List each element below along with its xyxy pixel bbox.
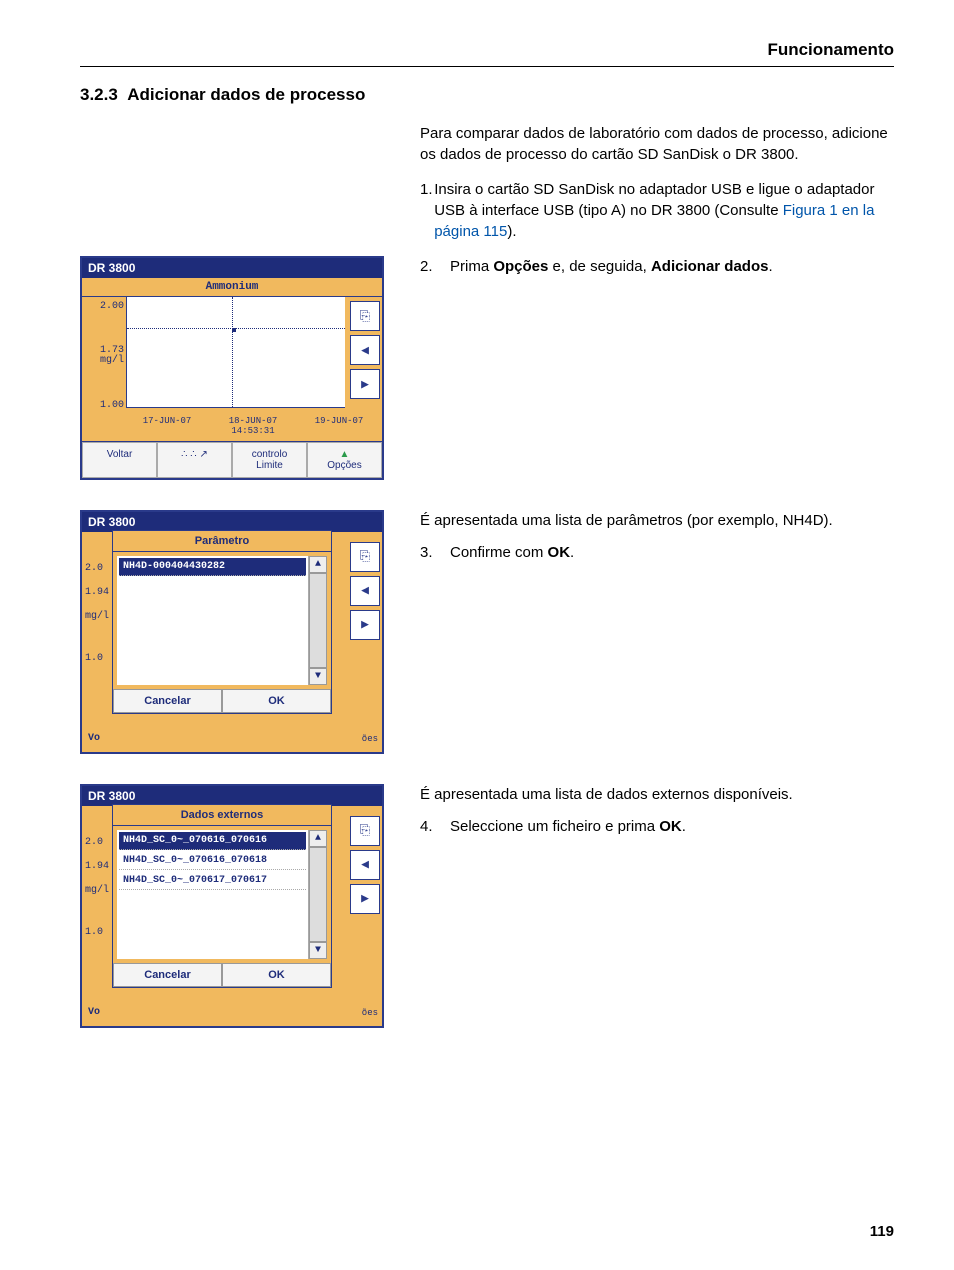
step-3-text-a: Confirme com (450, 544, 548, 561)
device-title: DR 3800 (82, 258, 382, 278)
section-heading: 3.2.3 Adicionar dados de processo (80, 85, 894, 105)
step-4-text-a: Seleccione um ficheiro e prima (450, 818, 659, 835)
y-tick-top: 2.00 (100, 301, 124, 312)
opcoes-button[interactable]: ▲Opções (307, 442, 382, 478)
bg-y-axis: 2.0 1.94 mg/l 1.0 (85, 557, 109, 671)
step-2-text-c: . (768, 258, 772, 275)
list-item[interactable]: NH4D_SC_0~_070617_070617 (119, 872, 306, 890)
nav-right-icon[interactable]: ▶ (350, 884, 380, 914)
device-title: DR 3800 (82, 786, 382, 806)
step-3-number: 3. (420, 542, 450, 564)
step-2-bold-adicionar: Adicionar dados (651, 258, 769, 275)
scroll-up-icon[interactable]: ▲ (309, 830, 327, 847)
x-tick-1: 17-JUN-07 (124, 417, 210, 437)
step-2-number: 2. (420, 256, 450, 278)
step-4-number: 4. (420, 816, 450, 838)
cancelar-button[interactable]: Cancelar (113, 963, 222, 987)
dialog-title-parametro: Parâmetro (113, 531, 331, 552)
x-tick-2-time: 14:53:31 (210, 427, 296, 437)
dialog-scrollbar[interactable]: ▲ ▼ (308, 556, 327, 685)
pc-link-icon[interactable]: ⎘ (350, 301, 380, 331)
step-4-text-b: . (682, 818, 686, 835)
voltar-stub: Vo (88, 733, 100, 744)
page-number: 119 (870, 1223, 894, 1240)
y-tick-mid-unit: mg/l (100, 356, 124, 366)
step-1: 1. Insira o cartão SD SanDisk no adaptad… (420, 179, 894, 242)
step-4-lead: É apresentada uma lista de dados externo… (420, 784, 894, 806)
pc-link-icon[interactable]: ⎘ (350, 542, 380, 572)
ok-button[interactable]: OK (222, 689, 331, 713)
scroll-down-icon[interactable]: ▼ (309, 942, 327, 959)
step-3: 3. Confirme com OK. (420, 542, 894, 564)
step-2-text-a: Prima (450, 258, 493, 275)
step-2-text-b: e, de seguida, (548, 258, 651, 275)
screenshot-parametro-dialog: DR 3800 2.0 1.94 mg/l 1.0 ⎘ ◀ ▶ Vo ões P… (80, 510, 384, 754)
step-4-bold-ok: OK (659, 818, 682, 835)
running-header: Funcionamento (80, 40, 894, 67)
nav-left-icon[interactable]: ◀ (350, 576, 380, 606)
step-1-number: 1. (420, 179, 434, 242)
opcoes-stub: ões (362, 734, 378, 744)
step-3-lead: É apresentada uma lista de parâmetros (p… (420, 510, 894, 532)
step-2-bold-opcoes: Opções (493, 258, 548, 275)
pc-link-icon[interactable]: ⎘ (350, 816, 380, 846)
step-2: 2. Prima Opções e, de seguida, Adicionar… (420, 256, 894, 278)
list-item[interactable]: NH4D_SC_0~_070616_070618 (119, 852, 306, 870)
controlo-limite-button[interactable]: controloLimite (232, 442, 307, 478)
cancelar-button[interactable]: Cancelar (113, 689, 222, 713)
list-item[interactable]: NH4D-000404430282 (119, 558, 306, 576)
y-axis: 2.00 1.73 mg/l 1.00 (82, 297, 126, 415)
ok-button[interactable]: OK (222, 963, 331, 987)
list-item[interactable]: NH4D_SC_0~_070616_070616 (119, 832, 306, 850)
dialog-title-dados-externos: Dados externos (113, 805, 331, 826)
scroll-up-icon[interactable]: ▲ (309, 556, 327, 573)
x-axis: 17-JUN-07 18-JUN-07 14:53:31 19-JUN-07 (82, 415, 382, 441)
chart-title: Ammonium (82, 278, 382, 297)
nav-left-icon[interactable]: ◀ (350, 335, 380, 365)
scroll-down-icon[interactable]: ▼ (309, 668, 327, 685)
intro-paragraph: Para comparar dados de laboratório com d… (420, 123, 894, 165)
x-tick-3: 19-JUN-07 (296, 417, 382, 437)
bg-y-axis: 2.0 1.94 mg/l 1.0 (85, 831, 109, 945)
voltar-button[interactable]: Voltar (82, 442, 157, 478)
nav-right-icon[interactable]: ▶ (350, 369, 380, 399)
voltar-stub: Vo (88, 1007, 100, 1018)
section-number: 3.2.3 (80, 85, 118, 104)
step-3-bold-ok: OK (548, 544, 571, 561)
y-tick-bottom: 1.00 (100, 400, 124, 411)
nav-right-icon[interactable]: ▶ (350, 610, 380, 640)
screenshot-dados-externos-dialog: DR 3800 2.0 1.94 mg/l 1.0 ⎘ ◀ ▶ Vo ões D… (80, 784, 384, 1028)
section-title-text: Adicionar dados de processo (127, 85, 365, 104)
device-title: DR 3800 (82, 512, 382, 532)
step-3-text-b: . (570, 544, 574, 561)
step-1-text-b: ). (507, 223, 516, 240)
nav-left-icon[interactable]: ◀ (350, 850, 380, 880)
screenshot-ammonium-chart: DR 3800 Ammonium 2.00 1.73 mg/l 1.00 (80, 256, 384, 480)
opcoes-stub: ões (362, 1008, 378, 1018)
dialog-scrollbar[interactable]: ▲ ▼ (308, 830, 327, 959)
chart-area[interactable] (126, 297, 345, 408)
points-button[interactable]: ∴ ∴ ↗ (157, 442, 232, 478)
step-4: 4. Seleccione um ficheiro e prima OK. (420, 816, 894, 838)
